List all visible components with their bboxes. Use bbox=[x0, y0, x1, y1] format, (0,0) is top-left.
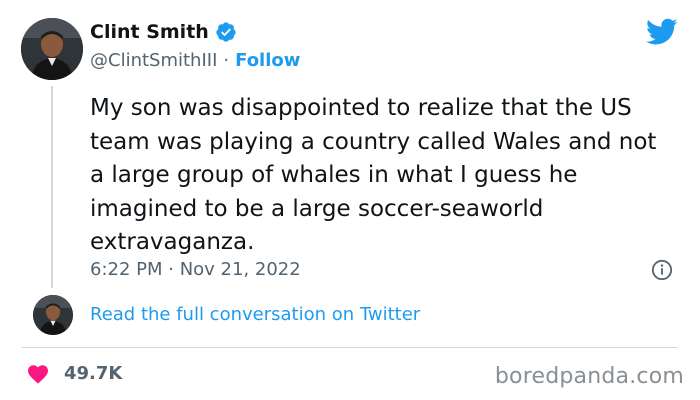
author-handle[interactable]: @ClintSmithIII bbox=[90, 50, 217, 71]
author-handle-row: @ClintSmithIII · Follow bbox=[90, 50, 300, 71]
heart-icon bbox=[28, 365, 48, 384]
author-name-row: Clint Smith bbox=[90, 21, 237, 43]
avatar-image bbox=[21, 18, 83, 80]
thread-line bbox=[51, 86, 53, 288]
twitter-bird-icon[interactable] bbox=[646, 18, 678, 46]
likes-count: 49.7K bbox=[64, 362, 123, 384]
avatar-small-image bbox=[33, 295, 73, 335]
divider bbox=[22, 347, 678, 348]
tweet-text: My son was disappointed to realize that … bbox=[90, 95, 657, 256]
like-button[interactable]: 49.7K bbox=[26, 362, 122, 384]
read-conversation-link[interactable]: Read the full conversation on Twitter bbox=[90, 304, 420, 325]
avatar[interactable] bbox=[21, 18, 83, 80]
follow-button[interactable]: Follow bbox=[235, 50, 300, 71]
tweet-timestamp[interactable]: 6:22 PM · Nov 21, 2022 bbox=[90, 259, 301, 280]
info-icon[interactable] bbox=[651, 259, 673, 281]
watermark: boredpanda.com bbox=[494, 364, 684, 389]
verified-badge-icon bbox=[216, 22, 236, 42]
author-display-name[interactable]: Clint Smith bbox=[90, 21, 209, 43]
avatar-small[interactable] bbox=[33, 295, 73, 335]
separator-dot: · bbox=[223, 50, 230, 71]
